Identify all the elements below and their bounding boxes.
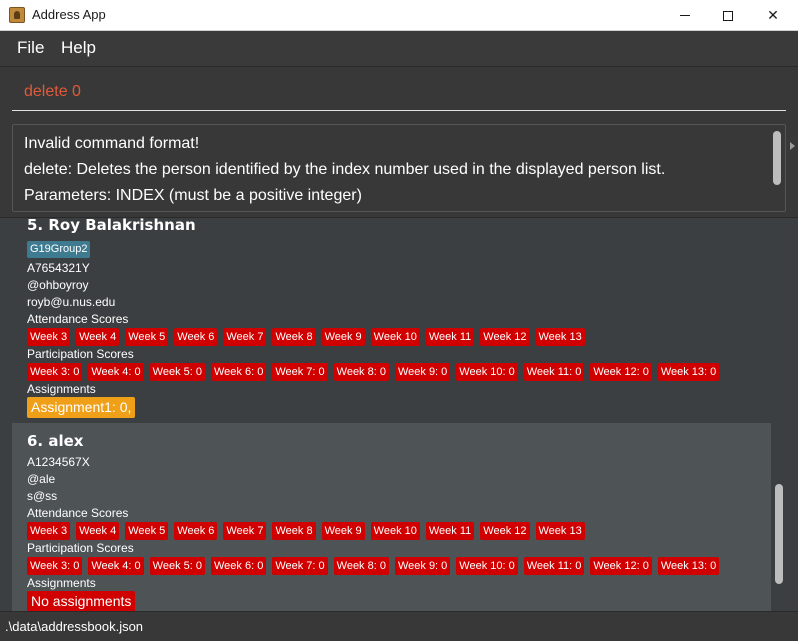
- attendance-chip: Week 9: [321, 328, 365, 346]
- command-box: [0, 67, 798, 117]
- attendance-chip: Week 4: [76, 522, 120, 540]
- telegram-handle: @ohboyroy: [27, 278, 89, 292]
- participation-chip: Week 4: 0: [88, 557, 144, 575]
- person-name: 6. alex: [27, 432, 84, 450]
- person-card[interactable]: 5. Roy Balakrishnan G19Group2 A7654321Y …: [12, 218, 771, 423]
- attendance-label: Attendance Scores: [27, 312, 129, 326]
- participation-chips: Week 3: 0 Week 4: 0 Week 5: 0 Week 6: 0 …: [27, 363, 720, 381]
- command-input[interactable]: [12, 73, 786, 111]
- attendance-chip: Week 8: [272, 522, 316, 540]
- participation-chip: Week 6: 0: [210, 557, 267, 575]
- participation-chip: Week 8: 0: [333, 363, 389, 381]
- result-line: Parameters: INDEX (must be a positive in…: [24, 187, 362, 204]
- minimize-icon: [680, 15, 690, 16]
- app-icon: [9, 7, 25, 23]
- assignment-chip: Assignment1: 0,: [27, 397, 136, 418]
- person-card[interactable]: 6. alex A1234567X @ale s@ss Attendance S…: [12, 423, 771, 611]
- participation-chip: Week 3: 0: [27, 363, 83, 381]
- maximize-icon: [723, 10, 733, 21]
- attendance-chip: Week 13: [535, 522, 585, 540]
- menu-help[interactable]: Help: [61, 38, 96, 58]
- attendance-chip: Week 13: [535, 328, 585, 346]
- participation-chips: Week 3: 0 Week 4: 0 Week 5: 0 Week 6: 0 …: [27, 557, 720, 575]
- assignment-chip: No assignments: [27, 591, 136, 611]
- result-scrollbar[interactable]: [773, 131, 781, 185]
- attendance-chip: Week 10: [370, 328, 420, 346]
- participation-chip: Week 9: 0: [394, 557, 451, 575]
- attendance-chip: Week 11: [425, 328, 475, 346]
- attendance-chip: Week 3: [27, 522, 71, 540]
- save-file-path: .\data\addressbook.json: [5, 619, 144, 634]
- title-bar: Address App ✕: [0, 0, 798, 31]
- participation-chip: Week 4: 0: [88, 363, 144, 381]
- participation-chip: Week 5: 0: [149, 557, 205, 575]
- person-name: 5. Roy Balakrishnan: [27, 218, 196, 234]
- attendance-chip: Week 6: [174, 522, 218, 540]
- email: royb@u.nus.edu: [27, 295, 116, 309]
- participation-chip: Week 13: 0: [657, 557, 720, 575]
- attendance-chip: Week 3: [27, 328, 71, 346]
- attendance-chip: Week 7: [223, 328, 267, 346]
- student-id: A1234567X: [27, 455, 90, 469]
- participation-chip: Week 11: 0: [523, 557, 585, 575]
- participation-chip: Week 7: 0: [272, 557, 328, 575]
- assignments-label: Assignments: [27, 576, 96, 590]
- maximize-button[interactable]: [705, 0, 751, 31]
- status-bar: .\data\addressbook.json: [0, 611, 798, 641]
- participation-chip: Week 5: 0: [149, 363, 205, 381]
- participation-chip: Week 12: 0: [590, 557, 652, 575]
- student-id: A7654321Y: [27, 261, 90, 275]
- attendance-chip: Week 12: [480, 328, 530, 346]
- attendance-chip: Week 11: [425, 522, 475, 540]
- email: s@ss: [27, 489, 58, 503]
- attendance-chip: Week 4: [76, 328, 120, 346]
- telegram-handle: @ale: [27, 472, 56, 486]
- person-list-scrollbar-thumb[interactable]: [775, 484, 783, 584]
- window-title: Address App: [32, 7, 106, 22]
- result-display[interactable]: Invalid command format! delete: Deletes …: [12, 124, 786, 212]
- participation-chip: Week 8: 0: [333, 557, 389, 575]
- group-tag: G19Group2: [27, 241, 91, 258]
- participation-chip: Week 6: 0: [210, 363, 267, 381]
- participation-chip: Week 10: 0: [456, 363, 518, 381]
- person-list: 5. Roy Balakrishnan G19Group2 A7654321Y …: [0, 218, 798, 611]
- menu-file[interactable]: File: [17, 38, 44, 58]
- attendance-chip: Week 8: [272, 328, 316, 346]
- attendance-chip: Week 12: [480, 522, 530, 540]
- participation-chip: Week 3: 0: [27, 557, 83, 575]
- attendance-chip: Week 5: [125, 328, 169, 346]
- result-line: delete: Deletes the person identified by…: [24, 161, 666, 178]
- minimize-button[interactable]: [662, 0, 708, 31]
- result-line: Invalid command format!: [24, 135, 200, 152]
- attendance-chip: Week 9: [321, 522, 365, 540]
- participation-chip: Week 11: 0: [523, 363, 585, 381]
- participation-chip: Week 9: 0: [394, 363, 451, 381]
- participation-chip: Week 10: 0: [456, 557, 518, 575]
- attendance-chip: Week 10: [370, 522, 420, 540]
- close-icon: ✕: [767, 7, 779, 24]
- participation-chip: Week 7: 0: [272, 363, 328, 381]
- scroll-right-arrow-icon[interactable]: [790, 142, 795, 150]
- attendance-chips: Week 3 Week 4 Week 5 Week 6 Week 7 Week …: [27, 522, 585, 540]
- participation-label: Participation Scores: [27, 541, 134, 555]
- attendance-chips: Week 3 Week 4 Week 5 Week 6 Week 7 Week …: [27, 328, 585, 346]
- attendance-label: Attendance Scores: [27, 506, 129, 520]
- participation-chip: Week 13: 0: [657, 363, 720, 381]
- result-display-panel: Invalid command format! delete: Deletes …: [0, 117, 798, 218]
- assignments-label: Assignments: [27, 382, 96, 396]
- attendance-chip: Week 6: [174, 328, 218, 346]
- attendance-chip: Week 7: [223, 522, 267, 540]
- participation-label: Participation Scores: [27, 347, 134, 361]
- participation-chip: Week 12: 0: [590, 363, 652, 381]
- attendance-chip: Week 5: [125, 522, 169, 540]
- close-button[interactable]: ✕: [750, 0, 796, 31]
- menu-bar: File Help: [0, 31, 798, 67]
